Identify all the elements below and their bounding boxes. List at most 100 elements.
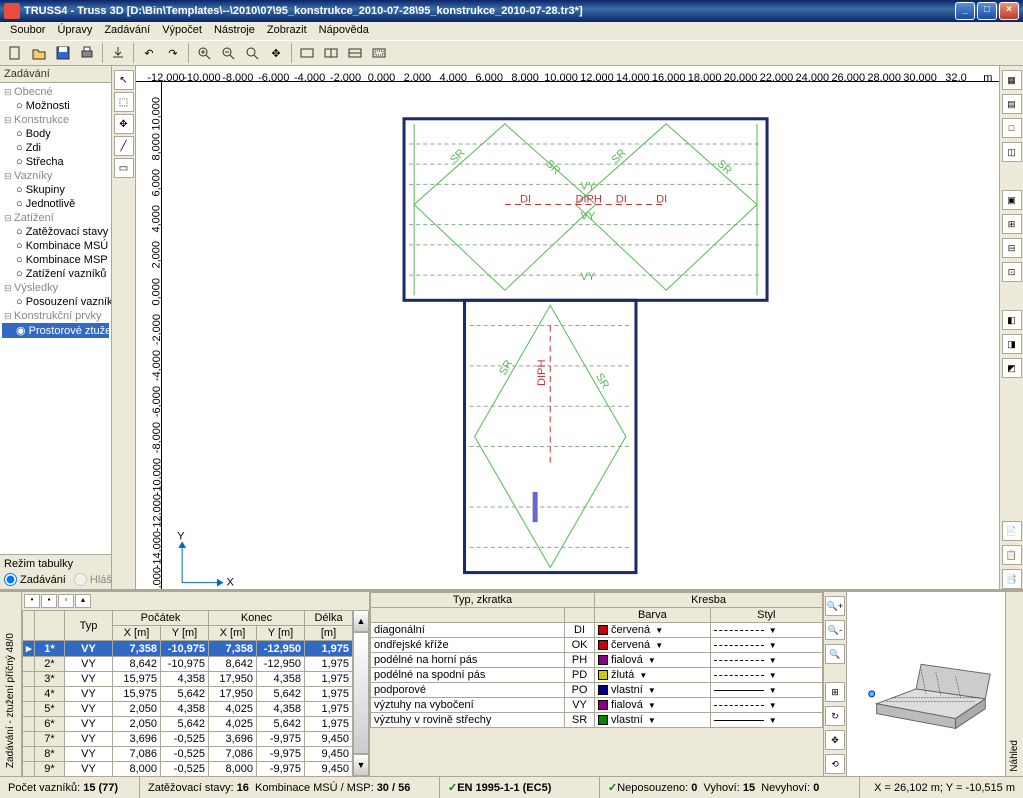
menu-vypocet[interactable]: Výpočet (156, 22, 208, 40)
chevron-down-icon[interactable]: ▼ (767, 641, 779, 650)
pan-button[interactable]: ✥ (265, 42, 287, 64)
legend-row[interactable]: podélné na spodní pásPDžlutá ▼ ▼ (371, 668, 823, 683)
tree-item[interactable]: Možnosti (2, 99, 109, 113)
rtool-10[interactable]: ◨ (1002, 334, 1022, 354)
preview-zoom-out[interactable]: 🔍- (825, 620, 845, 640)
tree-item[interactable]: Střecha (2, 155, 109, 169)
coords-table[interactable]: TypPočátekKonecDélkaX [m]Y [m]X [m]Y [m]… (22, 610, 353, 776)
menu-upravy[interactable]: Úpravy (51, 22, 98, 40)
rect-tool[interactable]: ▭ (114, 158, 134, 178)
tree-item[interactable]: Kombinace MSÚ (2, 239, 109, 253)
rtool-doc2[interactable]: 📋 (1002, 545, 1022, 565)
rtool-5[interactable]: ▣ (1002, 190, 1022, 210)
print-button[interactable] (76, 42, 98, 64)
new-button[interactable] (4, 42, 26, 64)
chevron-down-icon[interactable]: ▼ (767, 686, 779, 695)
tree-group[interactable]: Konstrukční prvky (2, 309, 109, 323)
preview-zoom-fit[interactable]: 🔍 (825, 644, 845, 664)
zoom-in-button[interactable] (193, 42, 215, 64)
menu-zadavani[interactable]: Zadávání (98, 22, 156, 40)
view1-button[interactable] (296, 42, 318, 64)
tab-icon-2[interactable]: ▪ (41, 594, 57, 608)
tree-item[interactable]: Kombinace MSP (2, 253, 109, 267)
chevron-down-icon[interactable]: ▼ (646, 686, 658, 695)
table-row[interactable]: 6*VY2,0505,6424,0255,6421,975 (23, 717, 353, 732)
preview-grid[interactable]: ⊞ (825, 682, 845, 702)
tree-item[interactable]: Prostorové ztužení (2, 323, 109, 338)
legend-row[interactable]: podporovéPOvlastní ▼ ▼ (371, 683, 823, 698)
view2-button[interactable] (320, 42, 342, 64)
tree-group[interactable]: Obecné (2, 85, 109, 99)
tree-item[interactable]: Zdi (2, 141, 109, 155)
table-row[interactable]: 3*VY15,9754,35817,9504,3581,975 (23, 672, 353, 687)
menu-zobrazit[interactable]: Zobrazit (261, 22, 313, 40)
table-scrollbar[interactable] (353, 632, 369, 754)
legend-row[interactable]: výztuhy na vybočeníVYfialová ▼ ▼ (371, 698, 823, 713)
select-tool[interactable]: ⬚ (114, 92, 134, 112)
table-scroll-up[interactable]: ▲ (353, 610, 369, 632)
legend-row[interactable]: ondřejské křížeOKčervená ▼ ▼ (371, 638, 823, 653)
chevron-down-icon[interactable]: ▼ (653, 626, 665, 635)
chevron-down-icon[interactable]: ▼ (637, 671, 649, 680)
rtool-doc3[interactable]: 📑 (1002, 569, 1022, 589)
line-tool[interactable]: ╱ (114, 136, 134, 156)
menu-napoveda[interactable]: Nápověda (313, 22, 375, 40)
export-button[interactable] (107, 42, 129, 64)
preview-rotate[interactable]: ↻ (825, 706, 845, 726)
tree-item[interactable]: Zatěžovací stavy (2, 225, 109, 239)
drawing-canvas[interactable]: X Y (162, 82, 999, 589)
save-button[interactable] (52, 42, 74, 64)
table-row[interactable]: 4*VY15,9755,64217,9505,6421,975 (23, 687, 353, 702)
table-row[interactable]: 9*VY8,000-0,5258,000-9,9759,450 (23, 762, 353, 777)
tree-group[interactable]: Výsledky (2, 281, 109, 295)
preview-3d[interactable] (847, 592, 1005, 776)
tree-item[interactable]: Body (2, 127, 109, 141)
chevron-down-icon[interactable]: ▼ (646, 701, 658, 710)
move-tool[interactable]: ✥ (114, 114, 134, 134)
legend-table[interactable]: Typ, zkratkaKresbaBarvaStyldiagonálníDIč… (370, 592, 823, 728)
table-row[interactable]: 5*VY2,0504,3584,0254,3581,975 (23, 702, 353, 717)
preview-reset[interactable]: ⟲ (825, 754, 845, 774)
tree-group[interactable]: Vazníky (2, 169, 109, 183)
preview-tab-label[interactable]: Náhled (1007, 736, 1022, 776)
table-row[interactable]: 2*VY8,642-10,9758,642-12,9501,975 (23, 657, 353, 672)
tree-item[interactable]: Zatížení vazníků (2, 267, 109, 281)
rtool-7[interactable]: ⊟ (1002, 238, 1022, 258)
rtool-11[interactable]: ◩ (1002, 358, 1022, 378)
chevron-down-icon[interactable]: ▼ (767, 626, 779, 635)
legend-row[interactable]: podélné na horní pásPHfialová ▼ ▼ (371, 653, 823, 668)
chevron-down-icon[interactable]: ▼ (767, 671, 779, 680)
preview-pan[interactable]: ✥ (825, 730, 845, 750)
tree-group[interactable]: Konstrukce (2, 113, 109, 127)
rtool-8[interactable]: ⊡ (1002, 262, 1022, 282)
minimize-button[interactable]: _ (955, 2, 975, 20)
zoom-out-button[interactable] (217, 42, 239, 64)
view4-button[interactable] (368, 42, 390, 64)
zoom-window-button[interactable] (241, 42, 263, 64)
rtool-3[interactable]: □ (1002, 118, 1022, 138)
tree-item[interactable]: Skupiny (2, 183, 109, 197)
chevron-down-icon[interactable]: ▼ (767, 656, 779, 665)
tree-group[interactable]: Zatížení (2, 211, 109, 225)
open-button[interactable] (28, 42, 50, 64)
close-button[interactable]: × (999, 2, 1019, 20)
tab-icon-4[interactable]: ▴ (75, 594, 91, 608)
rtool-1[interactable]: ▦ (1002, 70, 1022, 90)
table-row[interactable]: 7*VY3,696-0,5253,696-9,9759,450 (23, 732, 353, 747)
rtool-6[interactable]: ⊞ (1002, 214, 1022, 234)
menu-soubor[interactable]: Soubor (4, 22, 51, 40)
preview-zoom-in[interactable]: 🔍+ (825, 596, 845, 616)
rtool-doc1[interactable]: 📄 (1002, 521, 1022, 541)
table-scroll-down[interactable]: ▼ (353, 754, 369, 776)
chevron-down-icon[interactable]: ▼ (653, 641, 665, 650)
chevron-down-icon[interactable]: ▼ (646, 716, 658, 725)
rtool-9[interactable]: ◧ (1002, 310, 1022, 330)
tab-icon-1[interactable]: • (24, 594, 40, 608)
mode-zadavani-radio[interactable]: Zadávání (4, 573, 66, 586)
chevron-down-icon[interactable]: ▼ (646, 656, 658, 665)
table-row[interactable]: 8*VY7,086-0,5257,086-9,9759,450 (23, 747, 353, 762)
arrow-tool[interactable]: ↖ (114, 70, 134, 90)
legend-row[interactable]: výztuhy v rovině střechySRvlastní ▼ ▼ (371, 713, 823, 728)
chevron-down-icon[interactable]: ▼ (767, 701, 779, 710)
view3-button[interactable] (344, 42, 366, 64)
